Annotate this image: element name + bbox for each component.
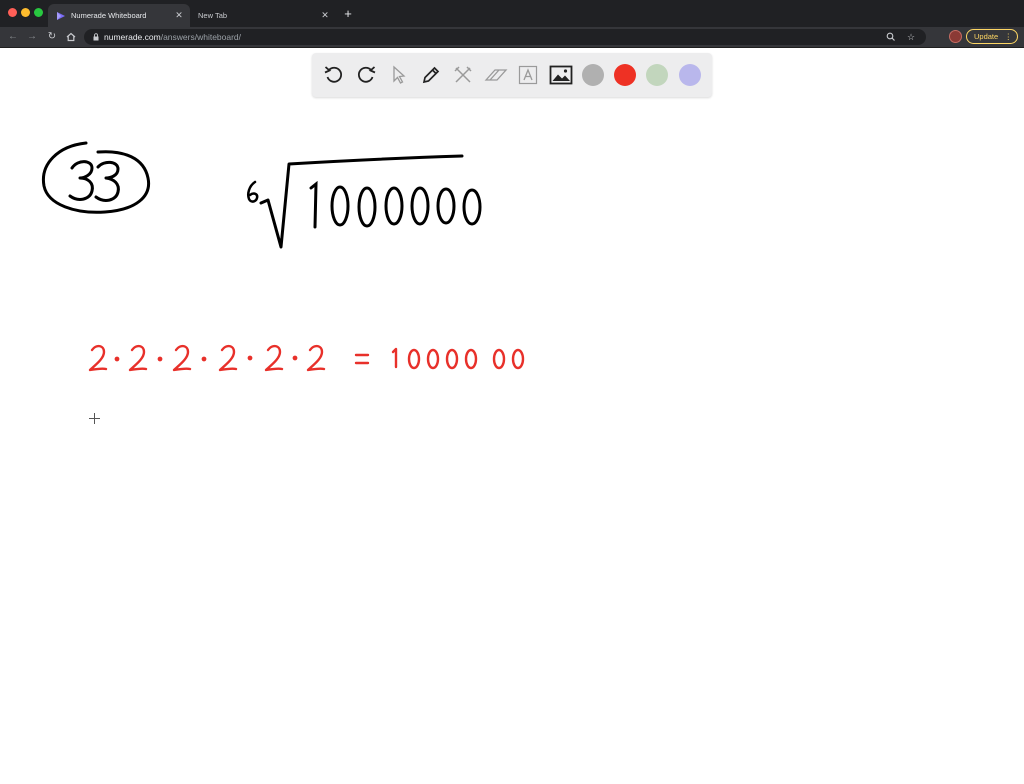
radical-sign <box>259 154 464 249</box>
equation-ink <box>88 344 525 372</box>
crosshair-cursor <box>89 413 100 424</box>
problem-number-circle <box>41 141 151 214</box>
whiteboard-ink-layer <box>41 141 525 372</box>
root-index <box>247 180 259 203</box>
radicand <box>309 180 482 229</box>
problem-number <box>68 160 120 202</box>
